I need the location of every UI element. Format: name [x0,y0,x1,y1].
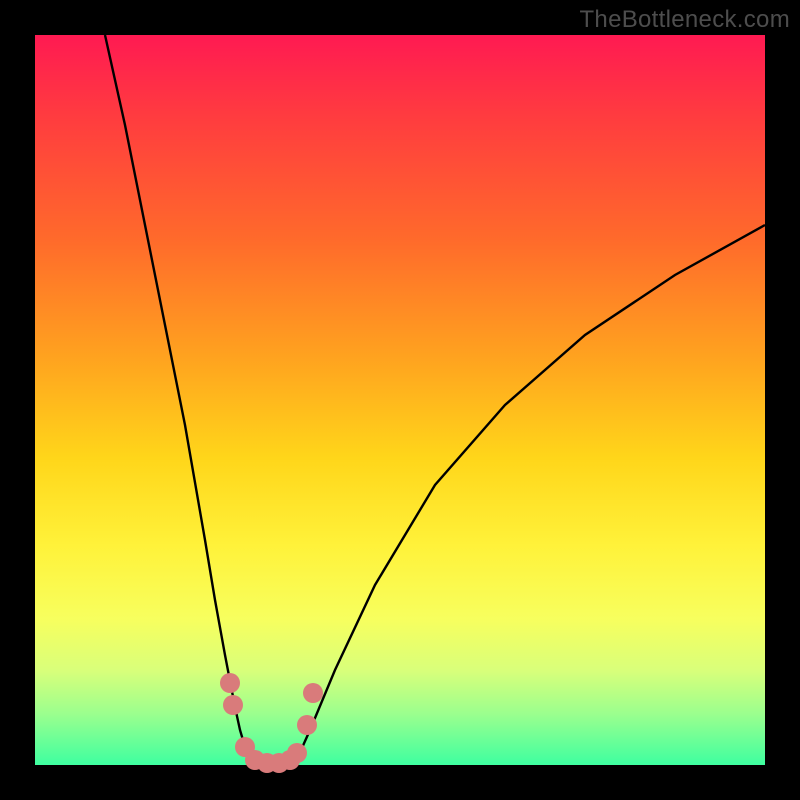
valley-marker [303,683,323,703]
watermark-text: TheBottleneck.com [579,6,790,34]
plot-area [35,35,765,765]
valley-marker [287,743,307,763]
valley-marker [297,715,317,735]
valley-marker [223,695,243,715]
bottleneck-curve [35,35,765,765]
valley-markers [220,673,323,773]
chart-frame: TheBottleneck.com [0,0,800,800]
curve-path [105,35,765,765]
valley-marker [220,673,240,693]
